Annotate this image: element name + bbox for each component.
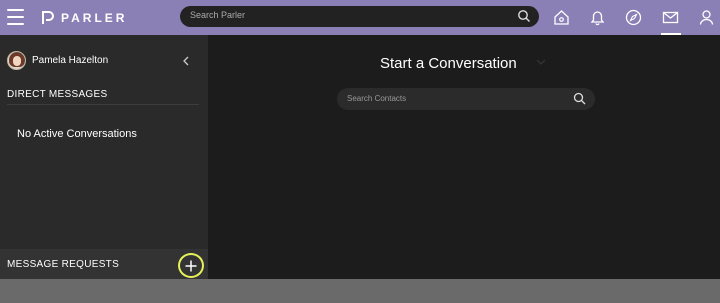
user-icon[interactable] [697,8,716,27]
plus-icon [185,260,197,272]
messages-sidebar: Pamela Hazelton DIRECT MESSAGES No Activ… [0,35,208,279]
search-bar[interactable]: Search Parler [180,6,539,27]
empty-state-text: No Active Conversations [17,128,137,140]
divider [7,104,199,105]
message-requests-bar[interactable]: MESSAGE REQUESTS [0,249,208,279]
parler-logo-icon [42,10,54,24]
compass-icon[interactable] [624,8,643,27]
conversation-panel: Start a Conversation Search Contacts [208,35,720,279]
home-icon[interactable] [552,8,571,27]
page-title: Start a Conversation [380,55,517,72]
search-icon[interactable] [517,9,531,23]
direct-messages-heading: DIRECT MESSAGES [7,89,108,100]
search-icon[interactable] [573,92,586,105]
current-user[interactable]: Pamela Hazelton [7,51,108,70]
new-message-button[interactable] [178,253,204,278]
contacts-search-input[interactable]: Search Contacts [347,94,406,103]
search-input[interactable]: Search Parler [190,10,245,20]
message-requests-label[interactable]: MESSAGE REQUESTS [7,259,119,270]
contacts-search-bar[interactable]: Search Contacts [337,88,595,110]
chevron-down-icon[interactable] [536,59,546,66]
brand-name: PARLER [61,10,128,25]
user-name: Pamela Hazelton [32,55,109,66]
hamburger-menu-icon[interactable] [7,9,24,25]
bell-icon[interactable] [588,8,607,27]
top-nav-bar: PARLER Search Parler [0,0,720,35]
chevron-left-icon[interactable] [182,56,190,66]
mail-icon[interactable] [661,8,680,27]
avatar[interactable] [7,51,26,70]
parler-logo[interactable]: PARLER [42,9,127,26]
footer-strip [0,279,720,303]
